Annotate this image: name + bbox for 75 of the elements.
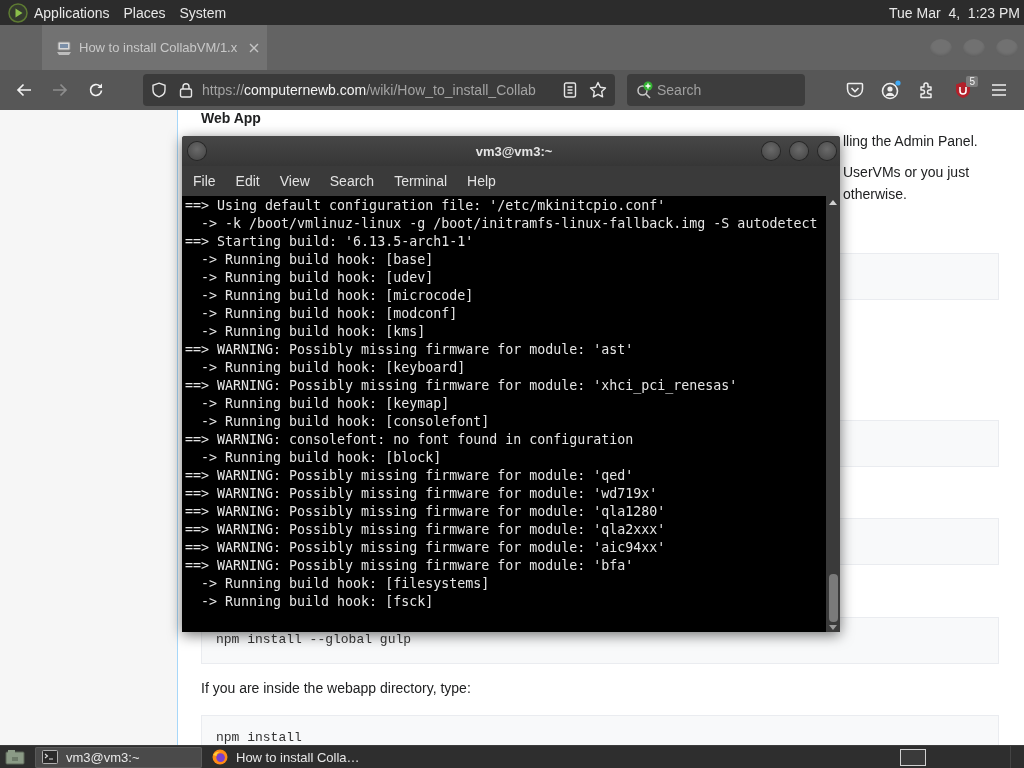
close-button[interactable] bbox=[818, 142, 836, 160]
right-arrow-icon bbox=[52, 83, 68, 97]
search-field[interactable]: Search bbox=[627, 74, 805, 106]
lock-icon[interactable] bbox=[179, 82, 193, 98]
address-bar[interactable]: https://computernewb.com/wiki/How_to_install_Collab bbox=[143, 74, 615, 106]
clock[interactable]: Tue Mar 4, 1:23 PM bbox=[889, 4, 1020, 21]
menu-item[interactable]: Edit bbox=[225, 170, 270, 192]
workspace-switcher[interactable] bbox=[900, 748, 926, 766]
reload-icon bbox=[88, 82, 104, 98]
terminal-line: -> Running build hook: [udev] bbox=[200, 269, 434, 287]
terminal-line: -> Running build hook: [consolefont] bbox=[200, 413, 490, 431]
code-text: npm install bbox=[216, 730, 302, 745]
code-text: npm install --global gulp bbox=[216, 632, 412, 648]
scrollbar[interactable] bbox=[826, 196, 840, 632]
terminal-line: -> -k /boot/vmlinuz-linux -g /boot/initramfs-linux-fallback.img -S autodetect bbox=[200, 215, 818, 233]
terminal-line: -> Running build hook: [block] bbox=[200, 449, 442, 467]
terminal-line: ==> WARNING: Possibly missing firmware for module: 'ast' bbox=[185, 341, 634, 359]
terminal-line: -> Running build hook: [modconf] bbox=[200, 305, 458, 323]
terminal-line: ==> WARNING: Possibly missing firmware for module: 'wd719x' bbox=[185, 485, 658, 503]
url-text[interactable]: https://computernewb.com/wiki/How_to_install_Collab bbox=[202, 82, 536, 98]
menu-item[interactable]: View bbox=[269, 170, 320, 192]
terminal-line: ==> WARNING: Possibly missing firmware for module: 'qla1280' bbox=[185, 503, 666, 521]
menu-item[interactable]: Search bbox=[319, 170, 385, 192]
window-title: vm3@vm3:~ bbox=[474, 143, 554, 159]
computer-icon bbox=[56, 39, 72, 56]
close-icon[interactable] bbox=[249, 42, 259, 53]
paragraph-fragment: lling the Admin Panel. bbox=[843, 132, 978, 151]
terminal-line: ==> WARNING: Possibly missing firmware for module: 'aic94xx' bbox=[185, 539, 666, 557]
shield-icon bbox=[955, 81, 971, 99]
terminal-line: -> Running build hook: [kms] bbox=[200, 323, 426, 341]
menu-icon bbox=[991, 83, 1007, 97]
folder-icon bbox=[5, 749, 25, 765]
account-icon bbox=[881, 80, 901, 100]
terminal-line: -> Running build hook: [keymap] bbox=[200, 395, 450, 413]
badge-count: 5 bbox=[966, 76, 978, 87]
panel-menu[interactable]: Applications bbox=[27, 2, 117, 23]
taskbar-button[interactable]: How to install Colla… bbox=[205, 746, 372, 768]
star-icon[interactable] bbox=[589, 81, 607, 99]
terminal-line: ==> WARNING: Possibly missing firmware for module: 'bfa' bbox=[185, 557, 634, 575]
terminal-line: ==> Starting build: '6.13.5-arch1-1' bbox=[185, 233, 474, 251]
section-heading: Web App bbox=[201, 110, 261, 126]
terminal-line: -> Running build hook: [keyboard] bbox=[200, 359, 466, 377]
terminal-line: -> Running build hook: [fsck] bbox=[200, 593, 434, 611]
minimize-button[interactable] bbox=[762, 142, 780, 160]
scrollbar-thumb[interactable] bbox=[828, 574, 838, 622]
menu-item[interactable]: Terminal bbox=[384, 170, 458, 192]
search-icon bbox=[636, 81, 654, 99]
menu-item[interactable]: Help bbox=[457, 170, 506, 192]
pocket-icon bbox=[846, 82, 864, 98]
window-menu-button[interactable] bbox=[188, 142, 206, 160]
terminal-line: ==> WARNING: consolefont: no font found in configuration bbox=[185, 431, 634, 449]
menu-item[interactable]: File bbox=[183, 170, 226, 192]
document-icon[interactable] bbox=[563, 82, 577, 98]
paragraph-text: If you are inside the webapp directory, type: bbox=[201, 679, 471, 698]
paragraph-fragment: UserVMs or you just bbox=[843, 163, 970, 182]
left-arrow-icon bbox=[16, 83, 32, 97]
shield-icon[interactable] bbox=[151, 82, 167, 98]
terminal-line: -> Running build hook: [filesystems] bbox=[200, 575, 490, 593]
terminal-line: ==> WARNING: Possibly missing firmware for module: 'xhci_pci_renesas' bbox=[185, 377, 738, 395]
play-logo-icon[interactable] bbox=[8, 2, 28, 23]
terminal-line: ==> WARNING: Possibly missing firmware for module: 'qla2xxx' bbox=[185, 521, 666, 539]
browser-logo-icon bbox=[212, 749, 228, 765]
panel-menu[interactable]: Places bbox=[116, 2, 173, 23]
terminal-icon bbox=[42, 750, 58, 764]
taskbar-button[interactable]: vm3@vm3:~ bbox=[35, 746, 202, 768]
toolbar-button[interactable]: 5 bbox=[947, 74, 979, 106]
maximize-button[interactable] bbox=[790, 142, 808, 160]
terminal-line: ==> Using default configuration file: '/etc/mkinitcpio.conf' bbox=[185, 197, 666, 215]
up-arrow-icon[interactable] bbox=[829, 200, 837, 205]
terminal-line: -> Running build hook: [base] bbox=[200, 251, 434, 269]
terminal-line: -> Running build hook: [microcode] bbox=[200, 287, 474, 305]
paragraph-fragment: otherwise. bbox=[843, 185, 907, 204]
down-arrow-icon[interactable] bbox=[829, 625, 837, 630]
terminal-line: ==> WARNING: Possibly missing firmware for module: 'qed' bbox=[185, 467, 634, 485]
panel-menu[interactable]: System bbox=[172, 2, 234, 23]
